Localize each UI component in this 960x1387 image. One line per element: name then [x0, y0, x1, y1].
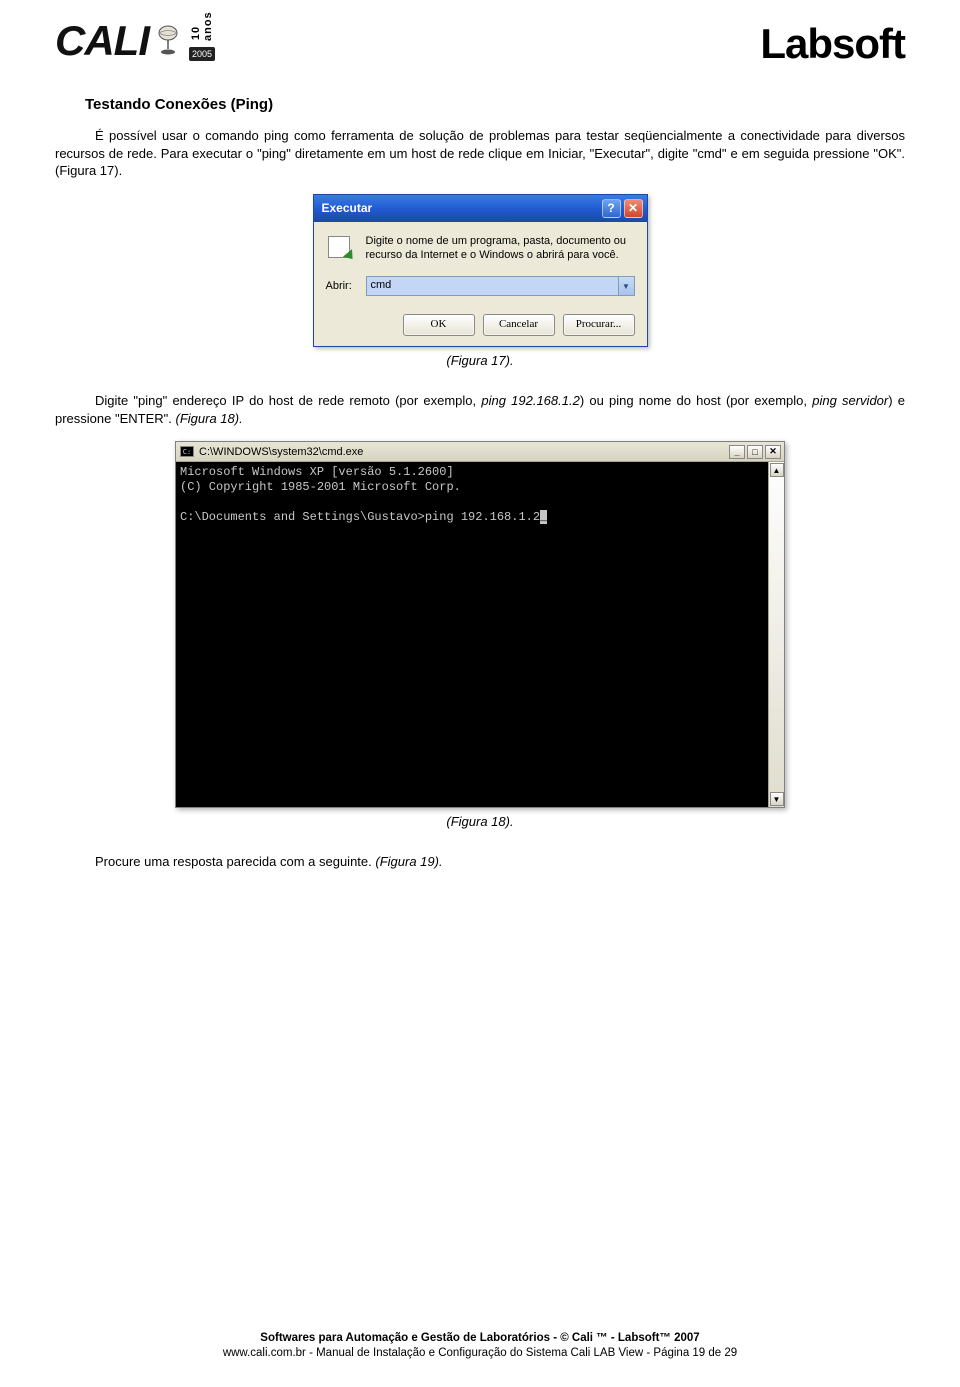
paragraph-1-text: É possível usar o comando ping como ferr…	[55, 128, 905, 178]
run-icon	[326, 234, 356, 260]
run-dialog-title: Executar	[322, 201, 373, 215]
footer-line-1: Softwares para Automação e Gestão de Lab…	[260, 1332, 699, 1344]
scroll-up-icon[interactable]: ▲	[770, 463, 784, 477]
paragraph-2: Digite "ping" endereço IP do host de red…	[55, 392, 905, 427]
run-open-label: Abrir:	[326, 280, 356, 292]
brand-right-text: Labsoft	[760, 20, 905, 68]
globe-icon	[155, 25, 181, 57]
figure-17-caption: (Figura 17).	[55, 353, 905, 368]
run-dialog-description: Digite o nome de um programa, pasta, doc…	[366, 234, 635, 263]
p2-ex2: ping servidor	[812, 393, 888, 408]
page-footer: Softwares para Automação e Gestão de Lab…	[55, 1331, 905, 1362]
cancel-button[interactable]: Cancelar	[483, 314, 555, 336]
run-open-combobox[interactable]: cmd ▼	[366, 276, 635, 296]
combobox-dropdown-icon[interactable]: ▼	[618, 277, 634, 295]
close-button[interactable]: ✕	[765, 445, 781, 459]
close-button[interactable]: ✕	[624, 199, 643, 218]
p2-pre: Digite "ping" endereço IP do host de red…	[95, 393, 481, 408]
logo-cali: CALI 10 anos 2005	[55, 20, 215, 62]
cmd-terminal-body[interactable]: Microsoft Windows XP [versão 5.1.2600] (…	[176, 462, 768, 807]
cmd-icon: C:	[180, 446, 194, 457]
section-title: Testando Conexões (Ping)	[85, 96, 905, 113]
scroll-down-icon[interactable]: ▼	[770, 792, 784, 806]
p3-pre: Procure uma resposta parecida com a segu…	[95, 854, 375, 869]
footer-line-2: www.cali.com.br - Manual de Instalação e…	[55, 1346, 905, 1362]
p3-fig: (Figura 19).	[375, 854, 442, 869]
paragraph-3: Procure uma resposta parecida com a segu…	[55, 853, 905, 871]
maximize-button[interactable]: □	[747, 445, 763, 459]
cmd-caret: _	[540, 510, 547, 524]
browse-button[interactable]: Procurar...	[563, 314, 635, 336]
cmd-prompt: C:\Documents and Settings\Gustavo>ping 1…	[180, 510, 540, 524]
p2-mid: ) ou ping nome do host (por exemplo,	[580, 393, 812, 408]
badge-year: 2005	[189, 47, 215, 61]
figure-18-caption: (Figura 18).	[55, 814, 905, 829]
brand-left-text: CALI	[55, 20, 149, 62]
cmd-scrollbar[interactable]: ▲ ▼	[768, 462, 784, 807]
cmd-window-title: C:\WINDOWS\system32\cmd.exe	[199, 446, 363, 458]
help-button[interactable]: ?	[602, 199, 621, 218]
run-open-value[interactable]: cmd	[367, 277, 618, 295]
run-dialog: Executar ? ✕ Digite o nome de um program…	[313, 194, 648, 348]
cmd-titlebar[interactable]: C: C:\WINDOWS\system32\cmd.exe _ □ ✕	[176, 442, 784, 462]
anniversary-badge: 10 anos 2005	[189, 21, 215, 61]
minimize-button[interactable]: _	[729, 445, 745, 459]
cmd-line-2: (C) Copyright 1985-2001 Microsoft Corp.	[180, 480, 461, 494]
p2-ex1: ping 192.168.1.2	[481, 393, 579, 408]
cmd-line-1: Microsoft Windows XP [versão 5.1.2600]	[180, 465, 454, 479]
page-header: CALI 10 anos 2005 Labsoft	[55, 20, 905, 68]
cmd-window: C: C:\WINDOWS\system32\cmd.exe _ □ ✕ Mic…	[175, 441, 785, 808]
ok-button[interactable]: OK	[403, 314, 475, 336]
badge-text: 10 anos	[190, 25, 214, 41]
p2-fig: (Figura 18).	[176, 411, 243, 426]
paragraph-1: É possível usar o comando ping como ferr…	[55, 127, 905, 180]
run-dialog-titlebar[interactable]: Executar ? ✕	[314, 195, 647, 222]
